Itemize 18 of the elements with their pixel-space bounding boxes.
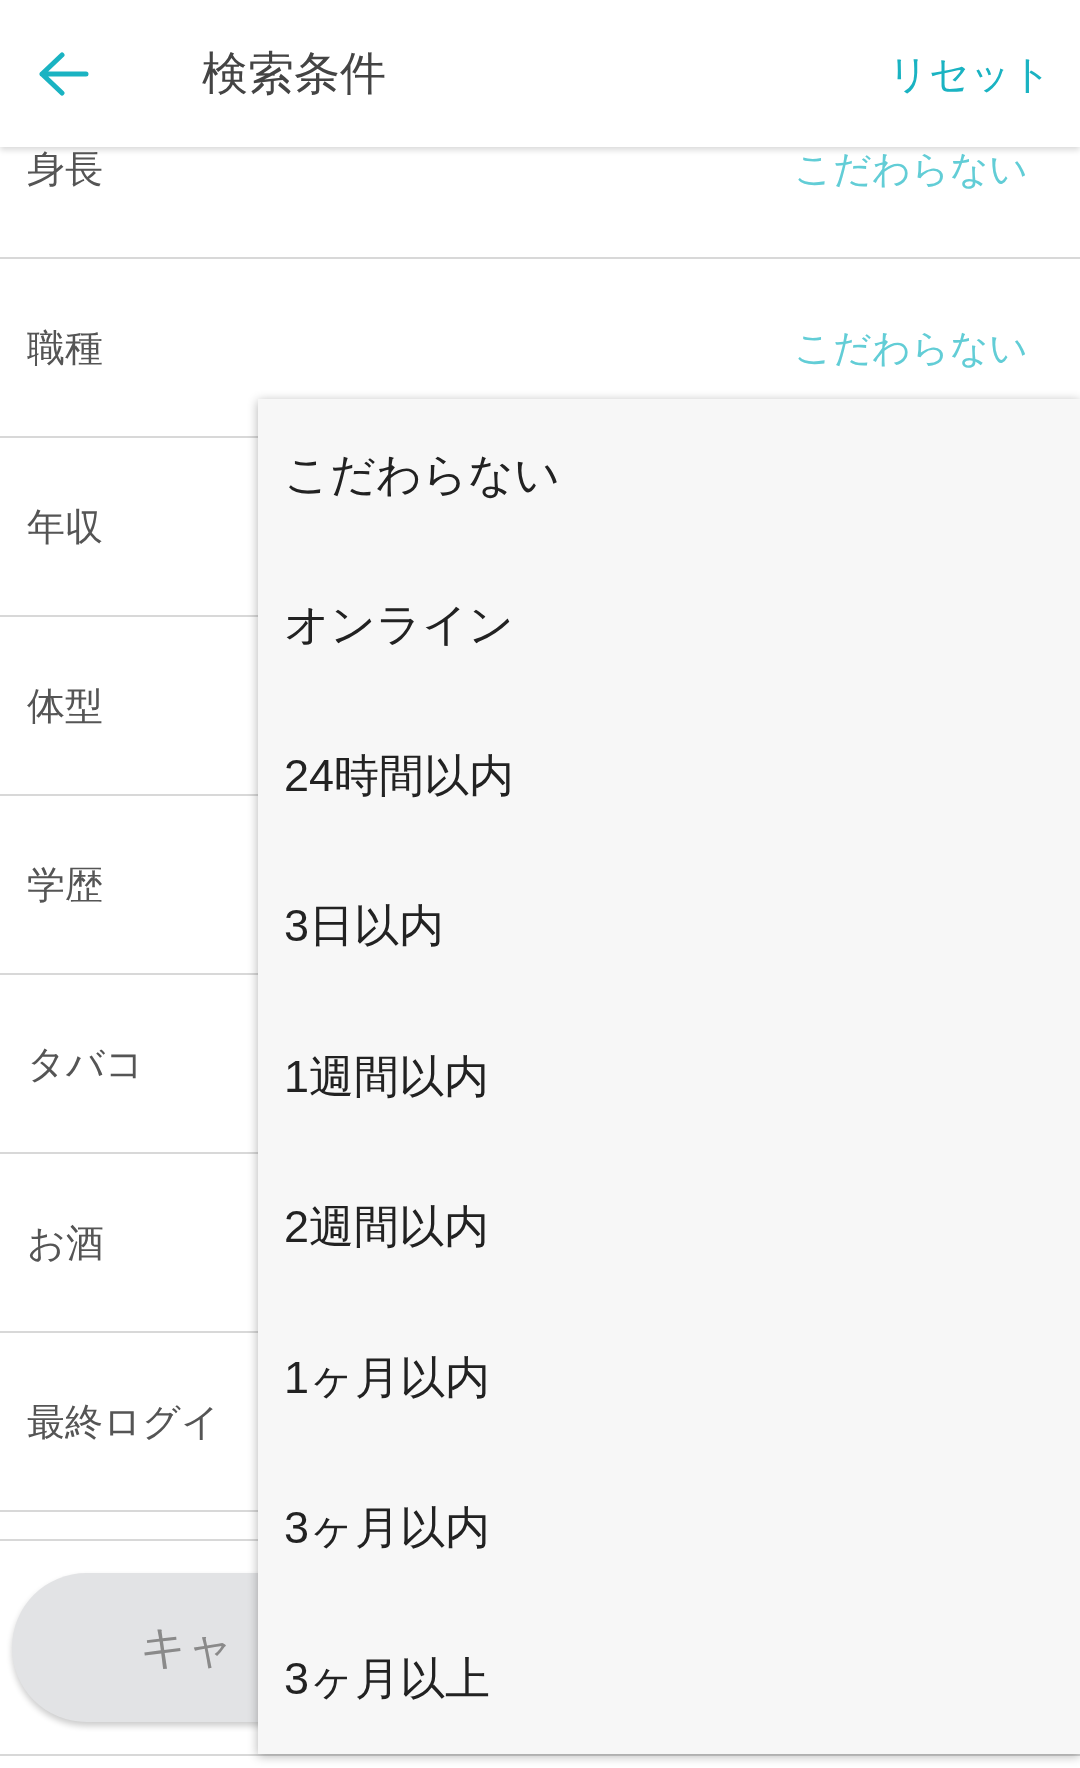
row-label: タバコ xyxy=(27,1044,144,1083)
row-label: 最終ログイ xyxy=(27,1402,220,1441)
menu-item[interactable]: 1週間以内 xyxy=(284,1042,490,1110)
row-label: 体型 xyxy=(27,686,103,725)
menu-item[interactable]: 24時間以内 xyxy=(284,741,515,809)
menu-item[interactable]: 1ヶ月以内 xyxy=(284,1343,491,1411)
screen-title: 検索条件 xyxy=(202,46,386,101)
back-icon[interactable] xyxy=(38,51,90,96)
menu-item[interactable]: 2週間以内 xyxy=(284,1193,490,1261)
row-label: 学歴 xyxy=(27,865,103,904)
menu-item[interactable]: オンライン xyxy=(284,591,514,659)
menu-item[interactable]: こだわらない xyxy=(284,440,560,508)
row-label: 年収 xyxy=(27,507,103,546)
row-label: お酒 xyxy=(27,1223,104,1262)
menu-item[interactable]: 3ヶ月以内 xyxy=(284,1494,491,1562)
row-label: 身長 xyxy=(27,149,103,188)
menu-item[interactable]: 3日以内 xyxy=(284,892,445,960)
row-label: 職種 xyxy=(27,328,103,367)
